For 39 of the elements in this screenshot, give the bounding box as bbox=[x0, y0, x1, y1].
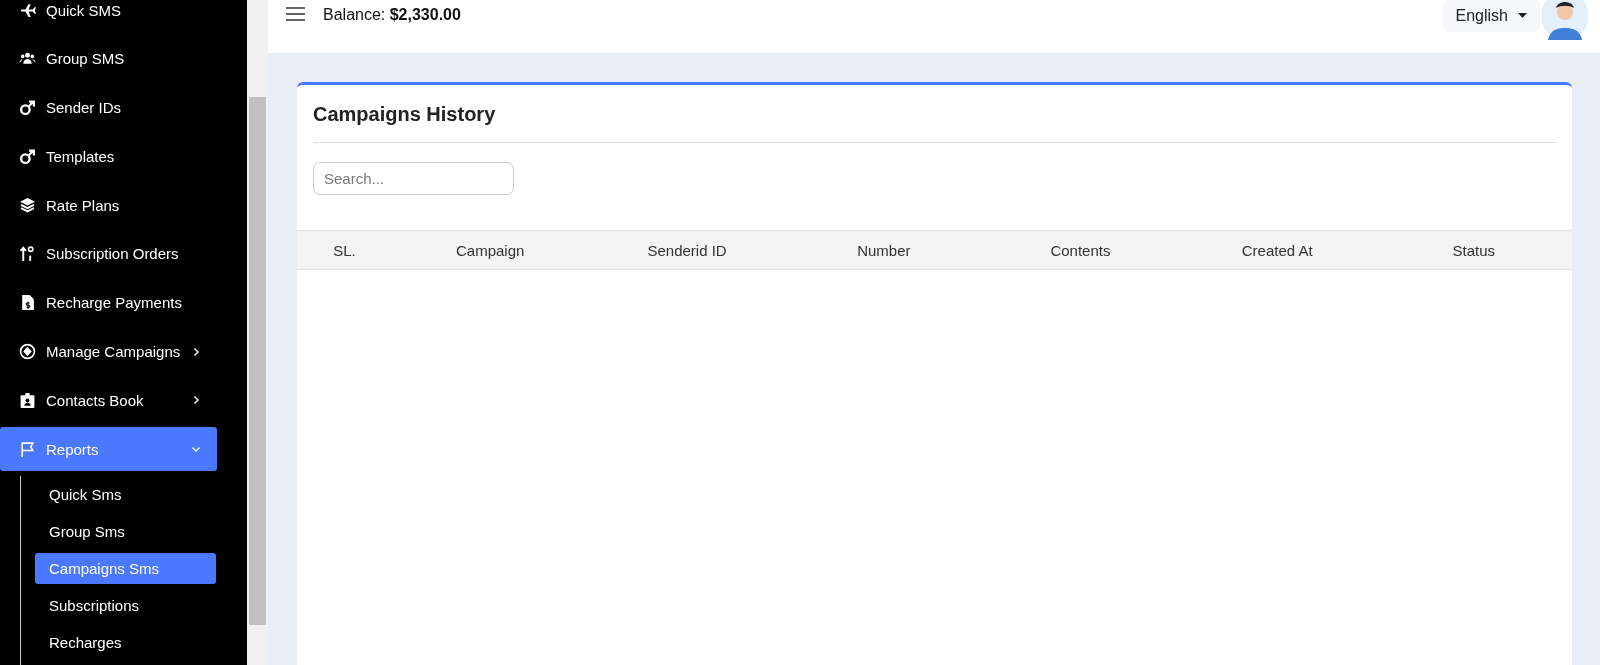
language-dropdown[interactable]: English bbox=[1442, 0, 1540, 32]
card-title: Campaigns History bbox=[313, 103, 496, 126]
scrollbar-thumb[interactable] bbox=[249, 97, 266, 625]
submenu-item[interactable]: Group Sms bbox=[35, 515, 216, 547]
layers-icon bbox=[19, 196, 36, 214]
column-header: Created At bbox=[1241, 241, 1313, 259]
column-header: Campaign bbox=[455, 241, 525, 259]
column-header: Number bbox=[857, 241, 911, 259]
sort-icon bbox=[19, 245, 36, 263]
compass-icon bbox=[19, 343, 36, 361]
sidebar-item[interactable]: Reports bbox=[0, 427, 217, 472]
flag-icon bbox=[19, 440, 36, 458]
sidebar-item[interactable]: Quick SMS bbox=[0, 0, 217, 32]
column-header: Senderid ID bbox=[647, 241, 727, 259]
sidebar-item[interactable]: Contacts Book bbox=[0, 378, 217, 423]
column-header: SL. bbox=[333, 241, 356, 259]
menu-icon[interactable] bbox=[286, 6, 305, 22]
submenu-item[interactable]: Quick Sms bbox=[35, 478, 216, 510]
column-header: Contents bbox=[1050, 241, 1111, 259]
invoice-icon bbox=[19, 294, 36, 312]
submenu-item[interactable]: Campaigns Sms bbox=[35, 552, 216, 584]
id-badge-icon bbox=[19, 391, 36, 409]
sidebar-item[interactable]: Recharge Payments bbox=[0, 280, 217, 325]
sidebar-item[interactable]: Manage Campaigns bbox=[0, 329, 217, 374]
sidebar-item[interactable]: Group SMS bbox=[0, 36, 217, 81]
caret-icon bbox=[1518, 13, 1527, 18]
male-symbol-icon bbox=[19, 99, 36, 117]
male-symbol-icon bbox=[19, 147, 36, 165]
sidebar-item[interactable]: Templates bbox=[0, 134, 217, 179]
balance-text: Balance: $2,330.00 bbox=[323, 6, 461, 24]
airplane-icon bbox=[19, 1, 36, 19]
sidebar-item[interactable]: Rate Plans bbox=[0, 183, 217, 228]
search-field[interactable]: Search... bbox=[313, 162, 514, 195]
submenu-item[interactable]: Subscriptions bbox=[35, 589, 216, 621]
avatar-icon[interactable] bbox=[1542, 0, 1588, 40]
column-header: Status bbox=[1452, 241, 1496, 259]
sidebar-item[interactable]: Subscription Orders bbox=[0, 232, 217, 276]
submenu-item[interactable]: Recharges bbox=[35, 626, 216, 658]
sidebar-item[interactable]: Sender IDs bbox=[0, 85, 217, 130]
